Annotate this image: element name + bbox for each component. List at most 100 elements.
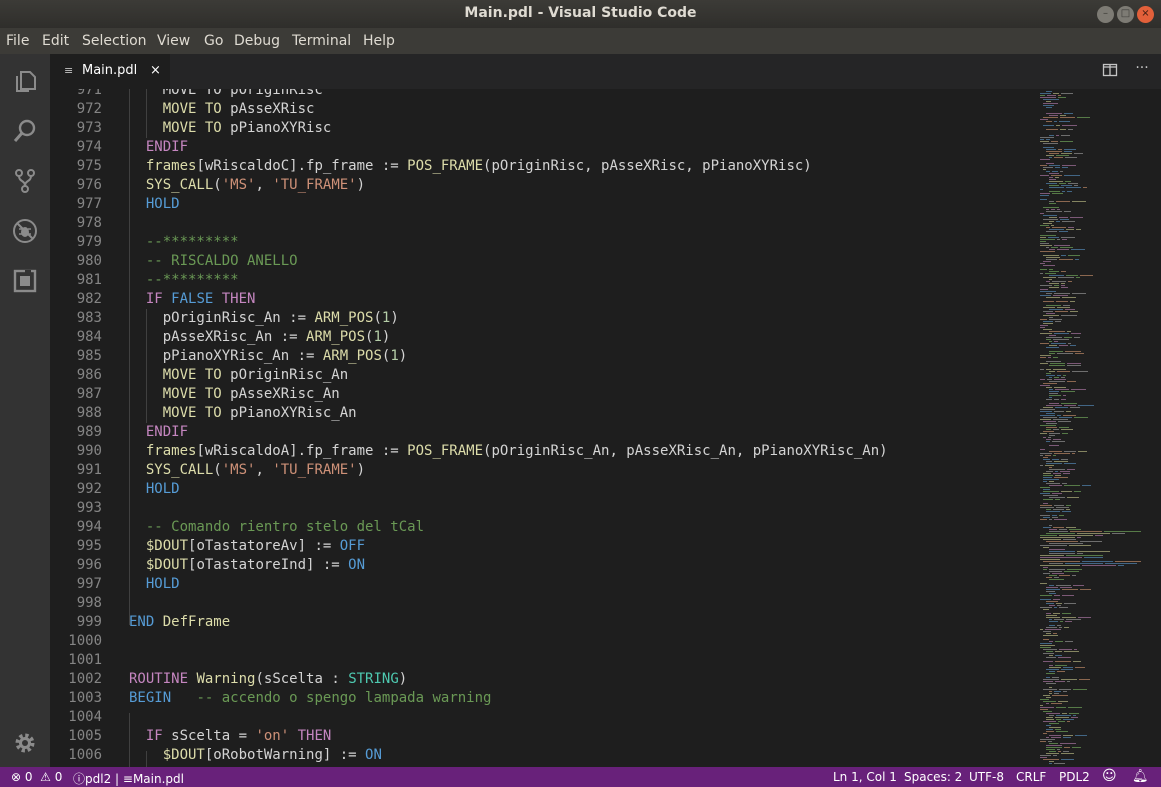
code-line[interactable]: 1005 IF sScelta = 'on' THEN [50,727,1035,746]
code-line[interactable]: 1001 [50,651,1035,670]
code-line[interactable]: 994 -- Comando rientro stelo del tCal [50,518,1035,537]
code-line[interactable]: 981 --********* [50,271,1035,290]
search-button[interactable] [0,106,50,154]
code-line[interactable]: 996 $DOUT[oTastatoreInd] := ON [50,556,1035,575]
code-line[interactable]: 984 pAsseXRisc_An := ARM_POS(1) [50,328,1035,347]
minimap-line [1040,363,1048,364]
menu-edit[interactable]: Edit [42,33,69,49]
minimap-line [1074,153,1083,154]
minimap-line [1053,633,1057,634]
menu-debug[interactable]: Debug [234,33,280,49]
minimap[interactable] [1038,89,1148,767]
code-line[interactable]: 995 $DOUT[oTastatoreAv] := OFF [50,537,1035,556]
minimap-line [1073,715,1076,716]
code-line[interactable]: 989 ENDIF [50,423,1035,442]
menu-view[interactable]: View [157,33,190,49]
cursor-position[interactable]: Ln 1, Col 1 [833,770,897,784]
menu-file[interactable]: File [6,33,29,49]
line-number: 988 [76,405,102,421]
code-line[interactable]: 998 [50,594,1035,613]
search-icon [13,119,36,142]
tab-close-icon[interactable]: × [150,63,161,78]
notifications-bell-icon[interactable]: 🔔︎ [1132,769,1149,784]
minimap-line [1046,483,1060,484]
code-line[interactable]: 975 frames[wRiscaldoC].fp_frame := POS_F… [50,157,1035,176]
code-token: ARM_POS [314,310,374,326]
minimap-line [1057,415,1061,416]
code-line[interactable]: 988 MOVE TO pPianoXYRisc_An [50,404,1035,423]
minimap-line [1046,541,1078,542]
code-line[interactable]: 1002 ROUTINE Warning(sScelta : STRING) [50,670,1035,689]
code-line[interactable]: 976 SYS_CALL('MS', 'TU_FRAME') [50,176,1035,195]
problems-indicator[interactable]: ⊗ 0 ⚠ 0 [11,770,62,784]
minimap-line [1046,281,1050,282]
minimap-line [1066,509,1070,510]
extensions-button[interactable] [0,256,50,304]
minimap-line [1046,613,1051,614]
minimap-line [1055,389,1069,390]
code-line[interactable]: 979 --********* [50,233,1035,252]
line-ending[interactable]: CRLF [1016,770,1046,784]
settings-button[interactable] [0,718,50,766]
split-editor-button[interactable] [1100,62,1120,82]
code-line[interactable]: 997 HOLD [50,575,1035,594]
debug-button[interactable] [0,206,50,254]
line-number: 982 [76,291,102,307]
code-line[interactable]: 982 IF FALSE THEN [50,290,1035,309]
minimap-line [1049,625,1055,626]
indentation[interactable]: Spaces: 2 [904,770,962,784]
code-line[interactable]: 974 ENDIF [50,138,1035,157]
code-line[interactable]: 990 frames[wRiscaldoA].fp_frame := POS_F… [50,442,1035,461]
code-line[interactable]: 977 HOLD [50,195,1035,214]
minimap-line [1055,475,1061,476]
code-line[interactable]: 1004 [50,708,1035,727]
menu-selection[interactable]: Selection [82,33,147,49]
feedback-smiley-icon[interactable]: ☺ [1102,768,1117,784]
minimap-line [1043,609,1049,610]
tab-main-pdl[interactable]: ≡ Main.pdl × [50,54,170,89]
menu-go[interactable]: Go [204,33,223,49]
code-editor[interactable]: 971 MOVE TO pOriginRisc 972 MOVE TO pAsse… [50,89,1161,767]
minimap-line [1049,309,1063,310]
code-line[interactable]: 986 MOVE TO pOriginRisc_An [50,366,1035,385]
line-number: 1004 [68,709,102,725]
maximize-button[interactable]: □ [1117,6,1134,23]
explorer-button[interactable] [0,56,50,104]
minimap-line [1043,661,1053,662]
code-line[interactable]: 971 MOVE TO pOriginRisc [50,89,1035,100]
code-line[interactable]: 1003 BEGIN -- accendo o spengo lampada wa… [50,689,1035,708]
minimap-line [1043,499,1053,500]
menu-terminal[interactable]: Terminal [292,33,351,49]
minimap-line [1057,307,1070,308]
code-line[interactable]: 992 HOLD [50,480,1035,499]
menu-help[interactable]: Help [363,33,395,49]
minimap-line [1046,231,1057,232]
line-number: 980 [76,253,102,269]
code-line[interactable]: 980 -- RISCALDO ANELLO [50,252,1035,271]
code-line[interactable]: 978 [50,214,1035,233]
code-line[interactable]: 1006 $DOUT[oRobotWarning] := ON [50,746,1035,765]
encoding[interactable]: UTF-8 [969,770,1004,784]
code-line[interactable]: 999 END DefFrame [50,613,1035,632]
code-line[interactable]: 1000 [50,632,1035,651]
code-line[interactable]: 993 [50,499,1035,518]
code-line[interactable]: 973 MOVE TO pPianoXYRisc [50,119,1035,138]
close-window-button[interactable]: × [1137,6,1154,23]
minimap-line [1062,125,1077,126]
minimap-line [1063,305,1070,306]
minimap-line [1043,733,1047,734]
code-line[interactable]: 972 MOVE TO pAsseXRisc [50,100,1035,119]
code-line[interactable]: 987 MOVE TO pAsseXRisc_An [50,385,1035,404]
more-actions-button[interactable]: ··· [1132,60,1152,80]
code-line[interactable]: 991 SYS_CALL('MS', 'TU_FRAME') [50,461,1035,480]
minimap-line [1049,221,1054,222]
source-control-button[interactable] [0,156,50,204]
code-line[interactable]: 983 pOriginRisc_An := ARM_POS(1) [50,309,1035,328]
project-indicator[interactable]: ⓘpdl2 | ≡Main.pdl [73,770,184,787]
language-mode[interactable]: PDL2 [1059,770,1090,784]
minimap-line [1061,669,1073,670]
code-line[interactable]: 985 pPianoXYRisc_An := ARM_POS(1) [50,347,1035,366]
minimize-button[interactable]: – [1097,6,1114,23]
minimap-line [1040,607,1052,608]
